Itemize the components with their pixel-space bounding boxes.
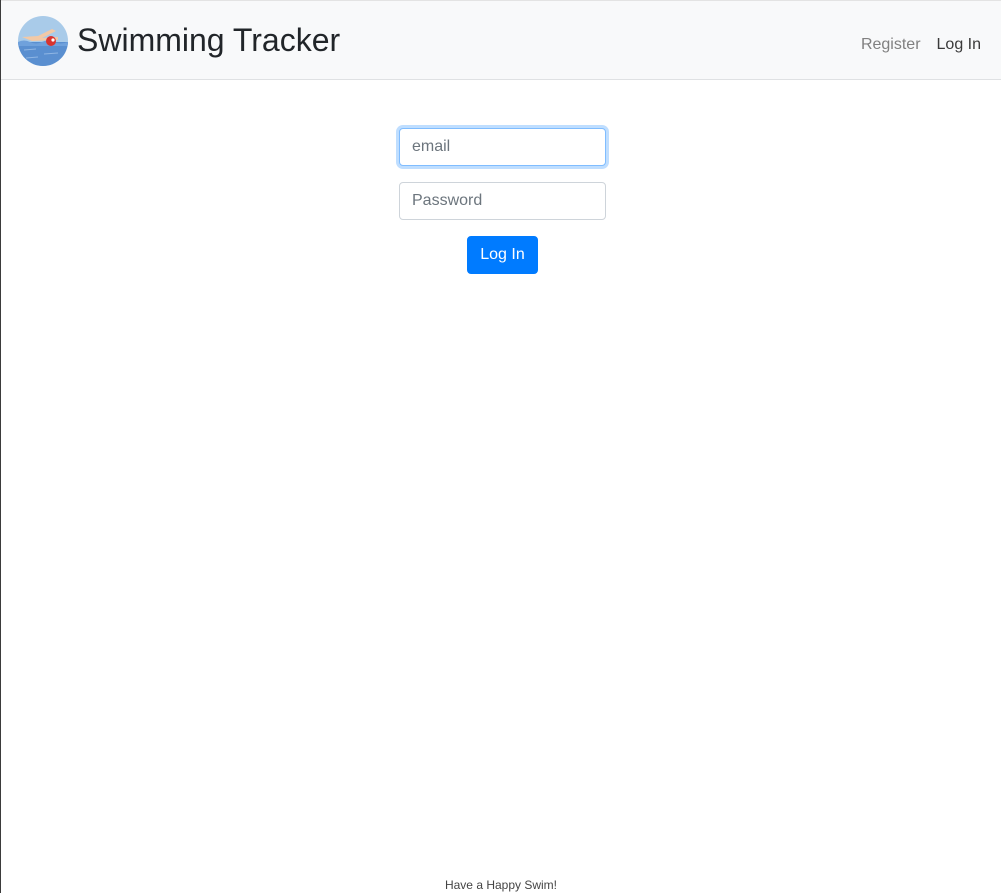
- footer-text: Have a Happy Swim!: [444, 878, 558, 892]
- nav-login-link[interactable]: Log In: [937, 35, 981, 55]
- nav-register-link[interactable]: Register: [861, 35, 921, 55]
- page: Swimming Tracker Register Log In Log In …: [0, 0, 1001, 893]
- login-button[interactable]: Log In: [467, 236, 538, 274]
- swimmer-logo-icon[interactable]: [18, 16, 68, 66]
- brand-title[interactable]: Swimming Tracker: [77, 20, 340, 60]
- password-field[interactable]: [399, 182, 606, 220]
- navbar: Swimming Tracker Register Log In: [1, 0, 1001, 80]
- email-field[interactable]: [399, 128, 606, 166]
- nav-links: Register Log In: [861, 35, 981, 55]
